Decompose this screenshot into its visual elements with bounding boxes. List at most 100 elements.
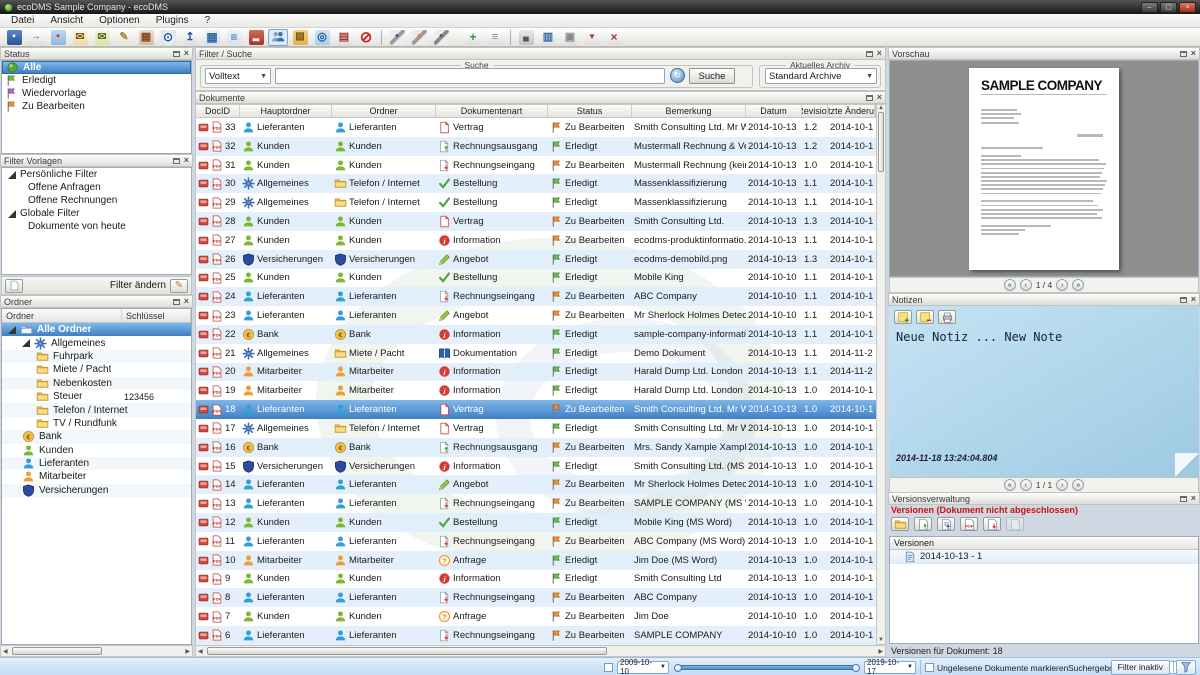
close-panel-icon[interactable]: × <box>1191 296 1196 303</box>
folder-item-alle-ordner[interactable]: Alle Ordner <box>2 323 191 336</box>
scan-document-button[interactable]: ▥ <box>538 29 558 46</box>
table-vertical-scrollbar[interactable]: ▲▼ <box>876 104 886 645</box>
column-header-datum[interactable]: Datum <box>746 105 802 117</box>
column-header-bemerkung[interactable]: Bemerkung <box>632 105 746 117</box>
float-panel-icon[interactable] <box>173 158 180 164</box>
close-panel-icon[interactable]: × <box>1191 50 1196 57</box>
search-input[interactable] <box>275 68 665 84</box>
column-header-docid[interactable]: DocID <box>196 105 240 117</box>
filter-template-item[interactable]: Dokumente von heute <box>2 220 191 233</box>
table-row[interactable]: PDF14LieferantenLieferantenAngebotZu Bea… <box>196 475 876 494</box>
folder-tree-header[interactable]: Ordner Schlüssel <box>2 309 191 323</box>
table-row[interactable]: PDF31KundenKundenRechnungseingangZu Bear… <box>196 156 876 175</box>
table-horizontal-scrollbar[interactable]: ◀▶ <box>195 645 886 657</box>
add-note-button[interactable] <box>894 310 912 324</box>
folder-item-fuhrpark[interactable]: Fuhrpark <box>2 350 191 363</box>
column-header-hauptordner[interactable]: Hauptordner <box>240 105 332 117</box>
version-export-button[interactable] <box>937 517 955 531</box>
menu-datei[interactable]: Datei <box>3 15 42 26</box>
table-row[interactable]: PDF18LieferantenLieferantenVertragZu Bea… <box>196 400 876 419</box>
left-horizontal-scrollbar[interactable]: ◀▶ <box>0 645 193 657</box>
new-document-button[interactable]: + <box>463 29 483 46</box>
version-add-button[interactable] <box>914 517 932 531</box>
table-row[interactable]: PDF15VersicherungenVersicherungeniInform… <box>196 457 876 476</box>
table-row[interactable]: PDF33LieferantenLieferantenVertragZu Bea… <box>196 118 876 137</box>
status-item-wiedervorlage[interactable]: Wiedervorlage <box>2 87 191 100</box>
save-version-button[interactable]: ▪ <box>48 29 68 46</box>
folder-item-steuer[interactable]: Steuer123456 <box>2 390 191 403</box>
table-row[interactable]: PDF23LieferantenLieferantenAngebotZu Bea… <box>196 306 876 325</box>
inbox-tray-button[interactable]: ▂ <box>246 29 266 46</box>
folder-item-bank[interactable]: €Bank <box>2 430 191 443</box>
close-button[interactable]: × <box>1179 2 1196 13</box>
table-row[interactable]: PDF9KundenKundeniInformationErledigtSmit… <box>196 570 876 589</box>
minimize-button[interactable]: – <box>1141 2 1158 13</box>
expander-icon[interactable] <box>8 171 16 179</box>
table-view-button[interactable]: ▦ <box>202 29 222 46</box>
table-row[interactable]: PDF16€Bank€BankRechnungsausgangZu Bearbe… <box>196 438 876 457</box>
status-item-erledigt[interactable]: Erledigt <box>2 74 191 87</box>
archive-calendar-button[interactable]: ▦ <box>136 29 156 46</box>
folder-images-button[interactable]: ▨ <box>290 29 310 46</box>
menu-plugins[interactable]: Plugins <box>148 15 197 26</box>
close-panel-icon[interactable]: × <box>1191 495 1196 502</box>
float-panel-icon[interactable] <box>173 51 180 57</box>
prev-page-button[interactable]: ‹ <box>1020 279 1032 291</box>
send-email-button[interactable]: ✉ <box>70 29 90 46</box>
table-row[interactable]: PDF17AllgemeinesTelefon / InternetVertra… <box>196 419 876 438</box>
float-panel-icon[interactable] <box>1180 496 1187 502</box>
float-panel-icon[interactable] <box>1180 51 1187 57</box>
float-panel-icon[interactable] <box>173 299 180 305</box>
expander-icon[interactable] <box>8 326 16 334</box>
filter-template-item[interactable]: Offene Rechnungen <box>2 194 191 207</box>
table-row[interactable]: PDF28KundenKundenVertragZu BearbeitenSmi… <box>196 212 876 231</box>
menu-optionen[interactable]: Optionen <box>91 15 148 26</box>
fulltext-select[interactable]: Volltext▼ <box>205 68 271 84</box>
note-area[interactable]: Neue Notiz ... New Note 2014-11-18 13:24… <box>889 306 1199 477</box>
folder-item-nebenkosten[interactable]: Nebenkosten <box>2 377 191 390</box>
user-permissions-button[interactable] <box>268 29 288 46</box>
table-row[interactable]: PDF24LieferantenLieferantenRechnungseing… <box>196 287 876 306</box>
print-document-button[interactable]: ▄ <box>516 29 536 46</box>
documents-table-header[interactable]: DocIDHauptordnerOrdnerDokumentenartStatu… <box>195 104 876 118</box>
column-header-dokumentenart[interactable]: Dokumentenart <box>436 105 548 117</box>
column-header-letzte-nderung[interactable]: Letzte Änderung <box>828 105 875 117</box>
status-item-alle[interactable]: Alle <box>2 61 191 74</box>
delete-document-button[interactable]: × <box>604 29 624 46</box>
column-header-revision[interactable]: Revision <box>802 105 828 117</box>
date-range-slider[interactable] <box>676 665 858 670</box>
folder-item-mitarbeiter[interactable]: Mitarbeiter <box>2 470 191 483</box>
close-panel-icon[interactable]: × <box>184 50 189 57</box>
refresh-search-icon[interactable]: ↻ <box>670 68 685 83</box>
folder-item-miete-pacht[interactable]: Miete / Pacht <box>2 363 191 376</box>
search-button[interactable]: Suche <box>689 68 735 84</box>
folder-item-kunden[interactable]: Kunden <box>2 444 191 457</box>
filter-funnel-button[interactable] <box>1176 660 1196 675</box>
date-to-select[interactable]: 2019-10-17▼ <box>864 661 916 674</box>
expander-icon[interactable] <box>8 210 16 218</box>
admin-wrench-button[interactable]: • <box>431 29 451 46</box>
table-row[interactable]: PDF30AllgemeinesTelefon / InternetBestel… <box>196 174 876 193</box>
menu-[interactable]: ? <box>197 15 219 26</box>
folder-item-allgemeines[interactable]: Allgemeines <box>2 336 191 349</box>
table-row[interactable]: PDF12KundenKundenBestellungErledigtMobil… <box>196 513 876 532</box>
folder-item-lieferanten[interactable]: Lieferanten <box>2 457 191 470</box>
table-row[interactable]: PDF10MitarbeiterMitarbeiter?AnfrageErled… <box>196 551 876 570</box>
filter-inactive-button[interactable]: Filter inaktiv <box>1111 660 1170 675</box>
table-row[interactable]: PDF20MitarbeiterMitarbeiteriInformationE… <box>196 363 876 382</box>
filter-group[interactable]: Persönliche Filter <box>2 168 191 181</box>
preview-area[interactable]: SAMPLE COMPANY <box>889 60 1199 277</box>
first-note-button[interactable]: « <box>1004 479 1016 491</box>
filter-template-item[interactable]: Offene Anfragen <box>2 181 191 194</box>
receive-email-button[interactable]: ✉ <box>92 29 112 46</box>
prev-note-button[interactable]: ‹ <box>1020 479 1032 491</box>
first-page-button[interactable]: « <box>1004 279 1016 291</box>
next-note-button[interactable]: › <box>1056 479 1068 491</box>
column-header-ordner[interactable]: Ordner <box>332 105 436 117</box>
archive-select[interactable]: Standard Archive▼ <box>765 68 877 84</box>
export-document-button[interactable]: → <box>26 29 46 46</box>
close-panel-icon[interactable]: × <box>184 298 189 305</box>
table-row[interactable]: PDF27KundenKundeniInformationZu Bearbeit… <box>196 231 876 250</box>
version-delete-button[interactable] <box>983 517 1001 531</box>
settings-wrench-button[interactable]: • <box>387 29 407 46</box>
